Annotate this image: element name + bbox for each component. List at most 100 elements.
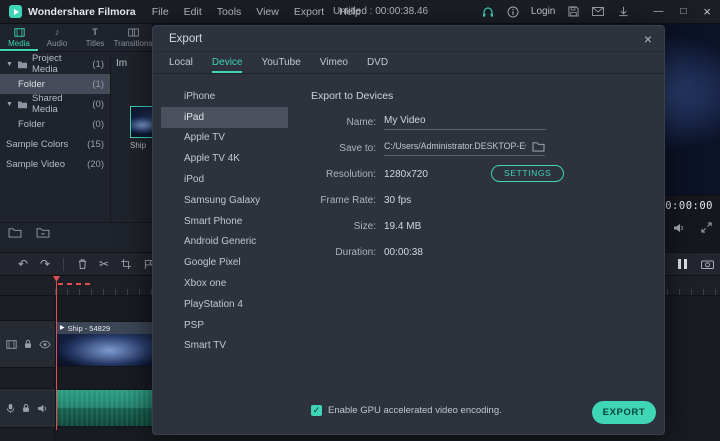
tree-item-label: Shared Media	[32, 93, 88, 115]
tab-dvd[interactable]: DVD	[367, 52, 388, 73]
delete-folder-icon[interactable]	[36, 227, 50, 238]
frame-rate-value: 30 fps	[384, 195, 411, 206]
media-panel-tabs: Media ♪ Audio T Titles Transitions	[0, 24, 152, 52]
device-item-playstation-4[interactable]: PlayStation 4	[161, 294, 288, 315]
tree-item-folder-1[interactable]: Folder (1)	[0, 74, 110, 94]
mic-icon[interactable]	[6, 403, 15, 414]
menu-edit[interactable]: Edit	[184, 6, 202, 18]
browse-folder-icon[interactable]	[532, 141, 545, 152]
device-item-apple-tv[interactable]: Apple TV	[161, 128, 288, 149]
menu-file[interactable]: File	[152, 6, 169, 18]
maximize-icon[interactable]: □	[680, 7, 686, 17]
scissors-icon[interactable]: ✂	[93, 258, 115, 270]
music-note-icon: ♪	[55, 27, 60, 37]
device-item-xbox-one[interactable]: Xbox one	[161, 273, 288, 294]
crop-icon[interactable]	[115, 259, 137, 269]
field-resolution: Resolution: 1280x720 SETTINGS	[304, 161, 654, 187]
field-label: Save to:	[304, 143, 376, 154]
folder-icon	[17, 100, 28, 109]
login-button[interactable]: Login	[531, 6, 555, 17]
media-thumbnail-label: Ship	[130, 141, 146, 150]
titlebar: Wondershare Filmora File Edit Tools View…	[0, 0, 720, 24]
add-folder-icon[interactable]	[8, 227, 22, 238]
tree-item-shared-media[interactable]: ▼ Shared Media (0)	[0, 94, 110, 114]
playhead-line	[56, 282, 57, 430]
export-dialog: Export × Local Device YouTube Vimeo DVD …	[152, 25, 665, 435]
delete-icon[interactable]	[71, 258, 93, 270]
caret-down-icon[interactable]: ▼	[6, 101, 13, 108]
tab-vimeo[interactable]: Vimeo	[320, 52, 348, 73]
info-icon[interactable]	[506, 5, 520, 19]
lock-icon[interactable]	[21, 403, 31, 413]
tab-local[interactable]: Local	[169, 52, 193, 73]
menu-export[interactable]: Export	[294, 6, 324, 18]
tab-label: Media	[8, 39, 30, 48]
device-item-android-generic[interactable]: Android Generic	[161, 232, 288, 253]
save-path-value: C:/Users/Administrator.DESKTOP-E6CQ60X	[384, 141, 526, 151]
device-item-smart-phone[interactable]: Smart Phone	[161, 211, 288, 232]
preview-controls	[673, 222, 712, 234]
tree-item-count: (1)	[92, 79, 104, 90]
fullscreen-icon[interactable]	[701, 222, 712, 234]
settings-button[interactable]: SETTINGS	[491, 165, 564, 182]
tab-audio[interactable]: ♪ Audio	[38, 24, 76, 51]
gpu-encoding-option[interactable]: ✓ Enable GPU accelerated video encoding.	[311, 405, 502, 416]
export-button[interactable]: EXPORT	[592, 401, 656, 424]
panel-divider	[110, 54, 111, 222]
name-input[interactable]: My Video	[384, 115, 546, 130]
gpu-checkbox-label: Enable GPU accelerated video encoding.	[328, 405, 502, 416]
device-item-iphone[interactable]: iPhone	[161, 86, 288, 107]
tab-device[interactable]: Device	[212, 52, 243, 73]
tab-youtube[interactable]: YouTube	[261, 52, 300, 73]
tree-item-project-media[interactable]: ▼ Project Media (1)	[0, 54, 110, 74]
lock-icon[interactable]	[23, 339, 33, 349]
menu-tools[interactable]: Tools	[217, 6, 242, 18]
field-label: Duration:	[304, 247, 376, 258]
field-label: Frame Rate:	[304, 195, 376, 206]
tab-media[interactable]: Media	[0, 24, 38, 51]
tab-label: Audio	[47, 39, 67, 48]
close-icon[interactable]: ×	[703, 5, 711, 18]
save-path-input[interactable]: C:/Users/Administrator.DESKTOP-E6CQ60X	[384, 141, 545, 156]
clip-range-marks	[58, 283, 94, 285]
speaker-icon[interactable]	[673, 222, 685, 234]
mail-icon[interactable]	[591, 5, 605, 19]
tree-item-folder-2[interactable]: Folder (0)	[0, 114, 110, 134]
menu-view[interactable]: View	[256, 6, 279, 18]
device-item-ipod[interactable]: iPod	[161, 169, 288, 190]
device-item-ipad[interactable]: iPad	[161, 107, 288, 128]
titles-icon: T	[92, 27, 98, 37]
tree-item-label: Project Media	[32, 53, 88, 75]
import-label: Im	[116, 58, 130, 69]
save-icon[interactable]	[566, 5, 580, 19]
device-list: iPhone iPad Apple TV Apple TV 4K iPod Sa…	[161, 86, 288, 356]
gpu-checkbox[interactable]: ✓	[311, 405, 322, 416]
device-item-samsung-galaxy[interactable]: Samsung Galaxy	[161, 190, 288, 211]
eye-icon[interactable]	[39, 340, 51, 349]
field-label: Resolution:	[304, 169, 376, 180]
device-item-smart-tv[interactable]: Smart TV	[161, 336, 288, 357]
tree-item-sample-colors[interactable]: Sample Colors (15)	[0, 134, 110, 154]
support-headset-icon[interactable]	[481, 5, 495, 19]
redo-icon[interactable]: ↷	[34, 258, 56, 270]
dialog-title: Export	[169, 33, 202, 45]
filmora-window: Wondershare Filmora File Edit Tools View…	[0, 0, 720, 441]
pause-icon[interactable]	[678, 259, 687, 269]
tab-titles[interactable]: T Titles	[76, 24, 114, 51]
speaker-icon[interactable]	[37, 403, 48, 414]
dialog-close-icon[interactable]: ×	[644, 32, 652, 46]
tab-transitions[interactable]: Transitions	[114, 24, 152, 51]
device-item-google-pixel[interactable]: Google Pixel	[161, 252, 288, 273]
device-item-psp[interactable]: PSP	[161, 315, 288, 336]
transitions-icon	[128, 27, 139, 37]
download-icon[interactable]	[616, 5, 630, 19]
snapshot-icon[interactable]	[701, 259, 714, 269]
tree-item-count: (1)	[92, 59, 104, 70]
export-section-title: Export to Devices	[311, 90, 393, 102]
device-item-apple-tv-4k[interactable]: Apple TV 4K	[161, 148, 288, 169]
tree-item-sample-video[interactable]: Sample Video (20)	[0, 154, 110, 174]
undo-icon[interactable]: ↶	[12, 258, 34, 270]
minimize-icon[interactable]: —	[653, 7, 663, 17]
media-thumbnail[interactable]	[130, 106, 152, 138]
caret-down-icon[interactable]: ▼	[6, 61, 13, 68]
